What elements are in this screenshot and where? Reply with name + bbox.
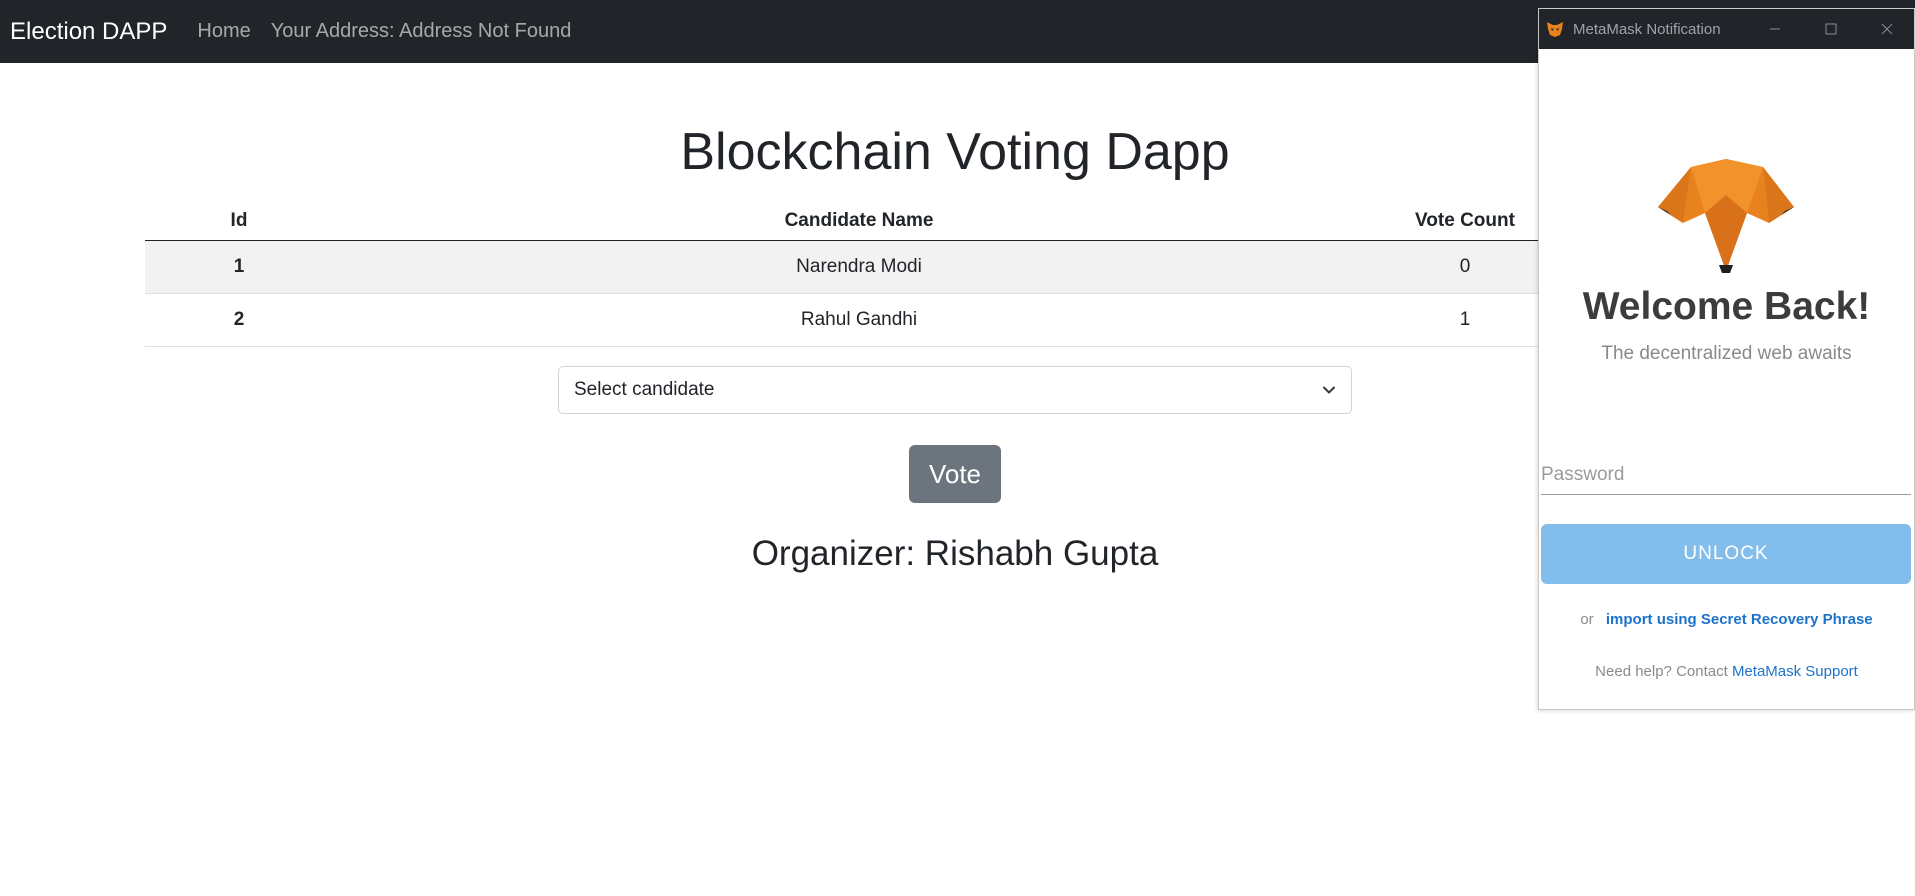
chevron-down-icon — [1323, 386, 1335, 394]
metamask-fox-icon — [1658, 159, 1794, 273]
close-icon — [1881, 23, 1893, 35]
nav-home-link[interactable]: Home — [197, 20, 250, 43]
unlock-button[interactable]: UNLOCK — [1541, 524, 1911, 584]
help-text: Need help? Contact — [1595, 663, 1728, 680]
help-row: Need help? Contact MetaMask Support — [1539, 663, 1914, 680]
minimize-button[interactable] — [1747, 9, 1803, 49]
row-vote-count: 0 — [1385, 240, 1545, 294]
brand-title[interactable]: Election DAPP — [10, 18, 167, 46]
row-id: 1 — [145, 240, 333, 294]
header-vote-count: Vote Count — [1385, 202, 1545, 241]
tagline-text: The decentralized web awaits — [1601, 343, 1852, 364]
close-button[interactable] — [1859, 9, 1915, 49]
password-field[interactable]: Password — [1541, 455, 1911, 495]
maximize-button[interactable] — [1803, 9, 1859, 49]
import-recovery-phrase-link[interactable]: import using Secret Recovery Phrase — [1606, 611, 1873, 628]
row-id: 2 — [145, 293, 333, 347]
candidate-select[interactable]: Select candidate — [558, 366, 1352, 414]
header-candidate-name: Candidate Name — [333, 202, 1385, 241]
table-row: 2 Rahul Gandhi 1 — [145, 293, 1545, 347]
table-header-row: Id Candidate Name Vote Count — [145, 202, 1545, 241]
password-placeholder: Password — [1541, 463, 1625, 485]
metamask-window-title: MetaMask Notification — [1573, 20, 1721, 38]
table-row: 1 Narendra Modi 0 — [145, 240, 1545, 294]
metamask-support-link[interactable]: MetaMask Support — [1732, 663, 1858, 680]
or-text: or — [1580, 611, 1594, 628]
import-row: or import using Secret Recovery Phrase — [1539, 611, 1914, 628]
row-candidate-name: Narendra Modi — [333, 240, 1385, 294]
nav-address-link[interactable]: Your Address: Address Not Found — [271, 20, 572, 43]
minimize-icon — [1770, 28, 1780, 30]
metamask-titlebar: MetaMask Notification — [1539, 9, 1914, 49]
header-id: Id — [145, 202, 333, 241]
candidates-table: Id Candidate Name Vote Count 1 Narendra … — [145, 202, 1545, 347]
maximize-icon — [1825, 23, 1837, 35]
welcome-heading: Welcome Back! — [1582, 285, 1871, 328]
vote-button[interactable]: Vote — [909, 445, 1001, 503]
metamask-logo-icon — [1547, 22, 1563, 37]
row-candidate-name: Rahul Gandhi — [333, 293, 1385, 347]
metamask-window: MetaMask Notification Welcome Back! The … — [1538, 8, 1915, 710]
candidate-select-value: Select candidate — [574, 379, 715, 400]
row-vote-count: 1 — [1385, 293, 1545, 347]
